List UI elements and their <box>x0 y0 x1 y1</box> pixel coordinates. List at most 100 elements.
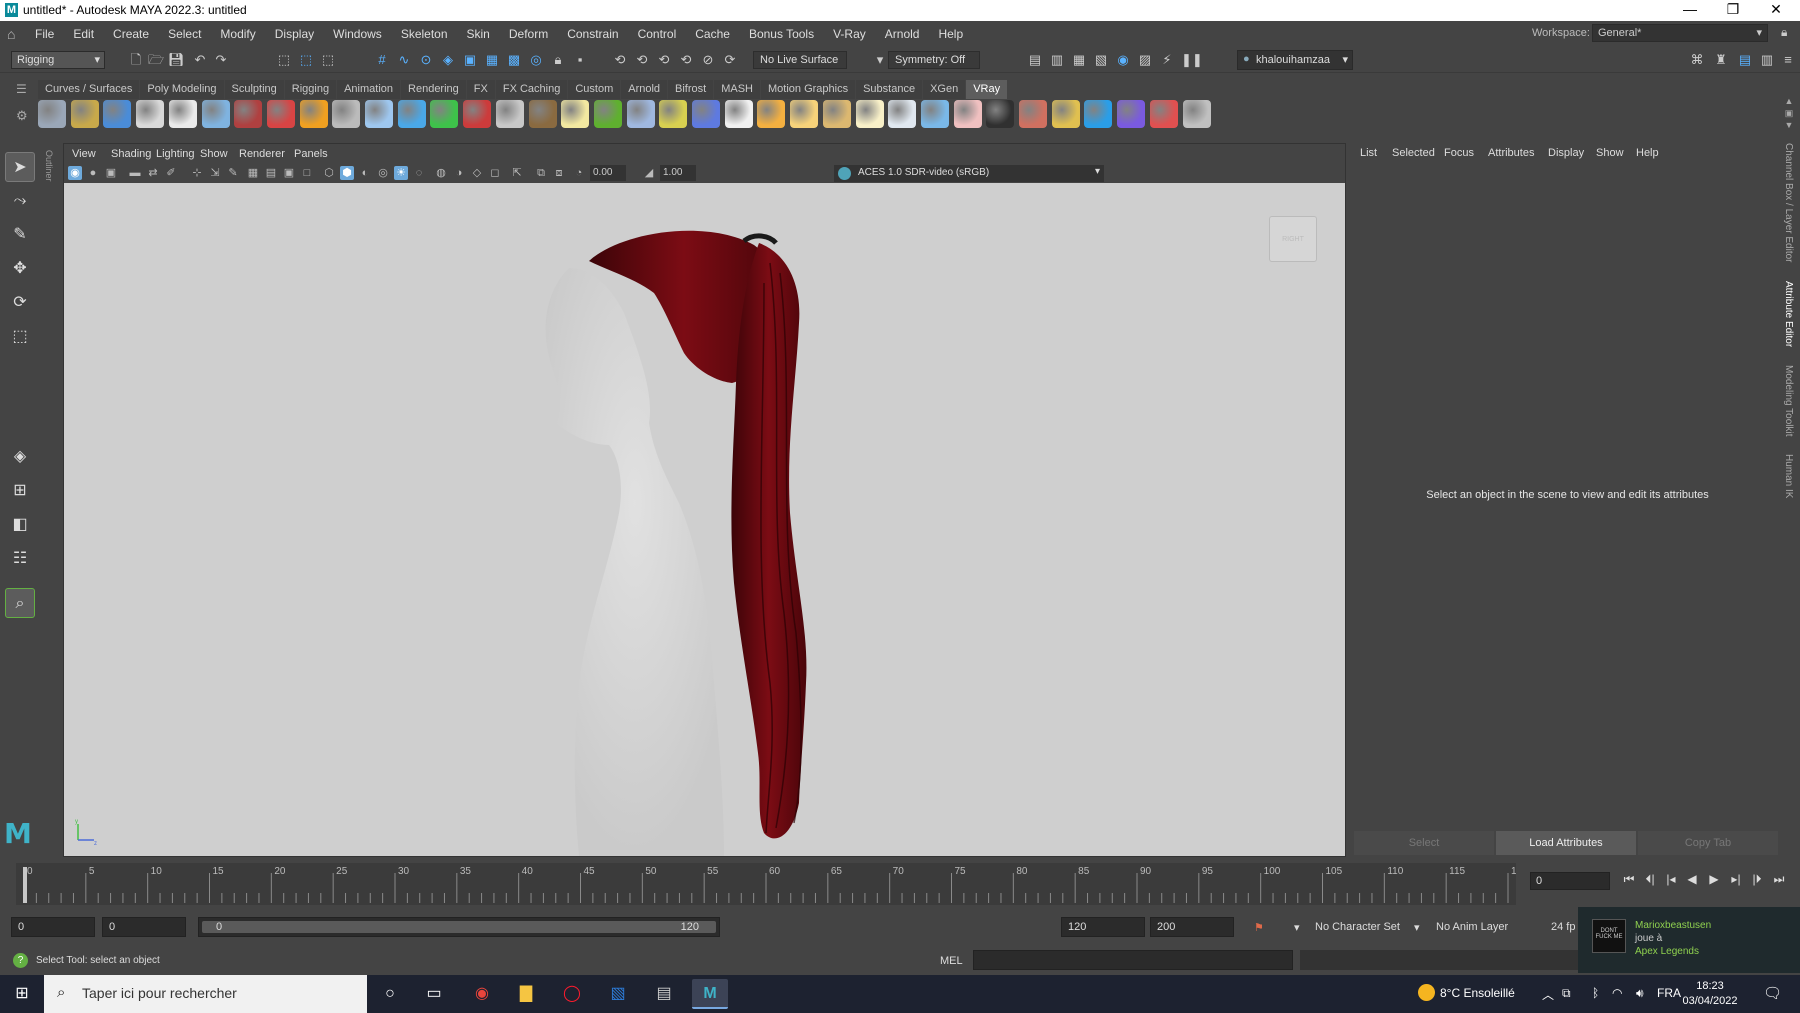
attribute-editor-menu-display[interactable]: Display <box>1548 147 1584 159</box>
exposure-field[interactable]: 0.00 <box>590 165 626 181</box>
redo-icon[interactable]: ↷ <box>213 52 229 68</box>
menu-skeleton[interactable]: Skeleton <box>401 27 448 41</box>
hypershade-icon[interactable]: ◉ <box>1115 52 1131 68</box>
select-tool-icon[interactable]: ➤ <box>5 152 35 182</box>
attribute-editor-menu-attributes[interactable]: Attributes <box>1488 147 1534 159</box>
photos-icon[interactable]: ▧ <box>600 979 636 1009</box>
go-to-end-icon[interactable]: ⏭ <box>1770 870 1788 888</box>
notification-center-icon[interactable]: 🗨︎ <box>1763 984 1782 1002</box>
outliner-layout-icon[interactable]: ☷ <box>5 544 35 574</box>
lock-icon[interactable]: 🔒︎ <box>1781 25 1787 40</box>
vray-shelf-tool-icon[interactable] <box>1051 100 1080 128</box>
vray-shelf-tool-icon[interactable] <box>495 100 524 128</box>
menu-select[interactable]: Select <box>168 27 201 41</box>
task-view-icon[interactable]: ▭ <box>416 979 452 1009</box>
rotate-tool-icon[interactable]: ⟳ <box>5 288 35 318</box>
vray-shelf-tool-icon[interactable] <box>201 100 230 128</box>
step-back-key-icon[interactable]: ⏴| <box>1641 870 1659 888</box>
gamebar-icon[interactable]: ⧉ <box>1562 986 1571 1001</box>
shelf-tab-motion-graphics[interactable]: Motion Graphics <box>761 80 856 99</box>
select-hierarchy-icon[interactable]: ⬚ <box>276 52 292 68</box>
select-components-icon[interactable]: ⬚ <box>320 52 336 68</box>
bookmarks-icon[interactable]: ▣ <box>104 166 118 180</box>
vray-shelf-tool-icon[interactable] <box>790 100 819 128</box>
snap-view-plane-icon[interactable]: ▣ <box>462 52 478 68</box>
anim-layer-dropdown-icon[interactable]: ▾ <box>1414 921 1420 934</box>
render-setup-icon[interactable]: ▨ <box>1137 52 1153 68</box>
vray-shelf-tool-icon[interactable] <box>953 100 982 128</box>
time-slider[interactable]: 0 5 10 15 20 25 30 35 40 45 50 55 60 65 70 75 80 85 90 95 10… <box>16 863 1516 905</box>
smooth-shade-icon[interactable]: ⬢ <box>340 166 354 180</box>
minimize-icon[interactable]: — <box>1670 0 1710 21</box>
pause-icon[interactable]: ❚❚ <box>1181 52 1203 68</box>
gamma-icon[interactable]: ◢ <box>642 166 656 180</box>
viewport-3d[interactable]: RIGHT y z <box>64 183 1345 856</box>
vray-shelf-tool-icon[interactable] <box>888 100 917 128</box>
snap-grid-icon[interactable]: # <box>374 52 390 68</box>
attribute-editor-menu-show[interactable]: Show <box>1596 147 1624 159</box>
viewport-menu-panels[interactable]: Panels <box>294 148 328 160</box>
grease-pencil-icon[interactable]: ✐ <box>164 166 178 180</box>
range-slider[interactable]: 0 120 <box>198 917 720 937</box>
snap-curve-icon[interactable]: ∿ <box>396 52 412 68</box>
select-button[interactable]: Select <box>1354 831 1494 855</box>
vray-shelf-tool-icon[interactable] <box>1117 100 1146 128</box>
live-surface-field[interactable]: No Live Surface <box>753 51 847 69</box>
shelf-tab-fx-caching[interactable]: FX Caching <box>495 80 568 99</box>
snap-point-icon[interactable]: ⊙ <box>418 52 434 68</box>
vray-shelf-tool-icon[interactable] <box>1084 100 1113 128</box>
range-slider-handle[interactable] <box>202 921 716 933</box>
wifi-icon[interactable]: ◠ <box>1612 986 1622 1000</box>
vray-shelf-tool-icon[interactable] <box>920 100 949 128</box>
undo-icon[interactable]: ↶ <box>192 52 208 68</box>
vray-shelf-tool-icon[interactable] <box>430 100 459 128</box>
playback-end-field[interactable]: 120 <box>1061 917 1145 937</box>
weather-icon[interactable] <box>1418 984 1435 1001</box>
use-all-lights-icon[interactable]: ☀ <box>394 166 408 180</box>
shelf-menu-icon[interactable]: ☰ <box>16 82 27 96</box>
shelf-tab-curves-surfaces[interactable]: Curves / Surfaces <box>38 80 140 99</box>
mel-command-input[interactable] <box>973 950 1293 970</box>
make-live-icon[interactable]: ▦ <box>484 52 500 68</box>
step-back-frame-icon[interactable]: |◂ <box>1662 870 1680 888</box>
vray-shelf-tool-icon[interactable] <box>855 100 884 128</box>
language-indicator[interactable]: FRA <box>1657 986 1681 1000</box>
taskbar-search[interactable]: ⌕ Taper ici pour rechercher <box>44 975 367 1013</box>
game-notification[interactable]: DONT FUCK ME Marioxbeastusen joue à Apex… <box>1578 907 1800 973</box>
attribute-editor-menu-selected[interactable]: Selected <box>1392 147 1435 159</box>
chrome-icon[interactable]: ◉ <box>464 979 500 1009</box>
menu-help[interactable]: Help <box>938 27 963 41</box>
menu-create[interactable]: Create <box>113 27 149 41</box>
step-forward-frame-icon[interactable]: ▸| <box>1727 870 1745 888</box>
attribute-editor-toggle-icon[interactable]: ▤ <box>1737 52 1753 68</box>
attribute-editor-tab[interactable]: Attribute Editor <box>1783 281 1794 347</box>
new-scene-icon[interactable]: 🗋 <box>128 52 144 68</box>
lasso-tool-icon[interactable]: ⤳ <box>5 186 35 216</box>
depth-of-field-icon[interactable]: ◻ <box>488 166 502 180</box>
menu-file[interactable]: File <box>35 27 54 41</box>
auto-key-icon[interactable]: ⚑ <box>1254 921 1264 934</box>
shelf-tab-xgen[interactable]: XGen <box>923 80 966 99</box>
construction-history-icon[interactable]: ⟲ <box>612 52 628 68</box>
vray-shelf-tool-icon[interactable] <box>724 100 753 128</box>
cortana-icon[interactable]: ○ <box>372 979 408 1009</box>
vray-shelf-tool-icon[interactable] <box>822 100 851 128</box>
tray-chevron-icon[interactable]: ︿ <box>1542 986 1554 1003</box>
single-perspective-layout-icon[interactable]: ◈ <box>5 442 35 472</box>
textured-icon[interactable]: ◎ <box>376 166 390 180</box>
vray-shelf-tool-icon[interactable] <box>593 100 622 128</box>
four-view-layout-icon[interactable]: ⊞ <box>5 476 35 506</box>
restore-icon[interactable]: ❐ <box>1713 0 1753 21</box>
attribute-editor-menu-list[interactable]: List <box>1360 147 1377 159</box>
copy-tab-button[interactable]: Copy Tab <box>1638 831 1778 855</box>
wireframe-icon[interactable]: ⬡ <box>322 166 336 180</box>
lock-selection-icon[interactable]: 🔒︎ <box>550 52 566 68</box>
render-current-icon[interactable]: ▥ <box>1049 52 1065 68</box>
menu-edit[interactable]: Edit <box>73 27 94 41</box>
anim-layer-label[interactable]: No Anim Layer <box>1436 921 1508 933</box>
vray-shelf-tool-icon[interactable] <box>168 100 197 128</box>
render-settings-icon[interactable]: ▧ <box>1093 52 1109 68</box>
menu-v-ray[interactable]: V-Ray <box>833 27 866 41</box>
scale-tool-icon[interactable]: ⬚ <box>5 322 35 352</box>
output-ops-icon[interactable]: ⟲ <box>656 52 672 68</box>
